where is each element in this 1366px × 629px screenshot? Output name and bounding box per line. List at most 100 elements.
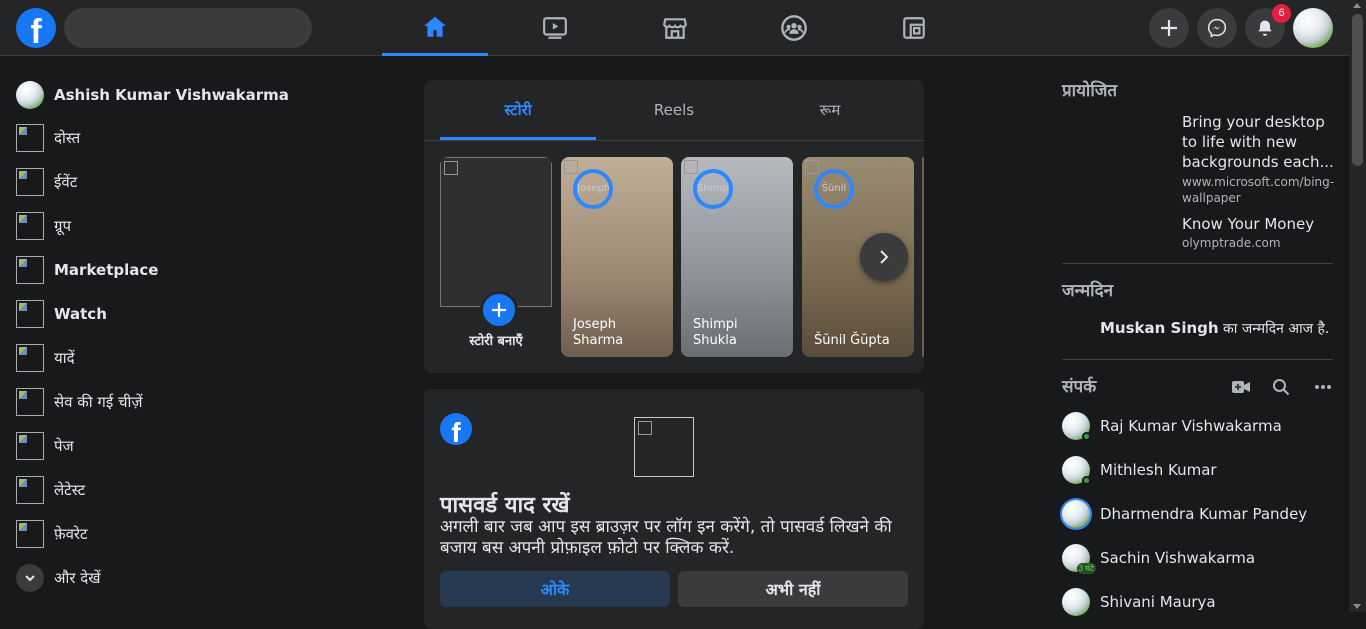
messenger-icon — [1207, 18, 1227, 38]
sidebar-item-pages[interactable]: पेज — [16, 424, 74, 468]
tab-rooms[interactable]: रूम — [752, 80, 908, 140]
avatar: 3 घंटे — [1062, 544, 1096, 574]
more-options-icon[interactable] — [1312, 376, 1334, 398]
sidebar-item-label: सेव की गई चीज़ें — [54, 393, 143, 411]
story-card[interactable]: Joseph Joseph Sharma — [561, 157, 673, 357]
video-call-icon[interactable] — [1230, 376, 1252, 398]
divider — [1062, 263, 1333, 264]
chevron-down-icon — [16, 564, 44, 592]
story-avatar-ring: Shimpi — [693, 169, 733, 209]
broken-image-icon — [805, 160, 819, 174]
avatar — [1062, 456, 1091, 485]
sidebar-item-favorites[interactable]: फ़ेवरेट — [16, 512, 88, 556]
sidebar-item-latest[interactable]: लेटेस्ट — [16, 468, 85, 512]
last-active-badge: 3 घंटे — [1076, 563, 1096, 574]
contact-item[interactable]: Dharmendra Kumar Pandey — [1062, 492, 1334, 536]
contact-name: Shivani Maurya — [1100, 593, 1216, 611]
facebook-logo[interactable]: f — [16, 8, 56, 48]
sidebar-item-label: ईवेंट — [54, 173, 78, 191]
nav-home[interactable] — [382, 0, 488, 56]
birthdays-heading: जन्मदिन — [1062, 281, 1114, 301]
create-story-image — [440, 157, 552, 307]
nav-gaming[interactable] — [861, 0, 967, 56]
messenger-button[interactable] — [1197, 8, 1237, 48]
nav-watch[interactable] — [502, 0, 608, 56]
create-story-card[interactable]: स्टोरी बनाएँ — [440, 157, 552, 357]
story-name: Joseph Sharma — [573, 317, 624, 348]
watch-icon — [16, 300, 44, 328]
contacts-heading: संपर्क — [1062, 377, 1097, 397]
ok-button[interactable]: ओके — [440, 571, 670, 607]
sidebar-item-friends[interactable]: दोस्त — [16, 116, 80, 160]
sidebar-item-label: Watch — [54, 305, 107, 323]
broken-image-icon — [684, 160, 698, 174]
online-status-icon — [1082, 432, 1091, 441]
sidebar-item-events[interactable]: ईवेंट — [16, 160, 77, 204]
watch-icon — [543, 17, 567, 39]
sidebar-item-memories[interactable]: यादें — [16, 336, 75, 380]
contact-name: Raj Kumar Vishwakarma — [1100, 417, 1282, 435]
contact-item[interactable]: Shivani Maurya — [1062, 580, 1334, 624]
sidebar-profile[interactable]: Ashish Kumar Vishwakarma — [16, 73, 289, 117]
search-icon[interactable] — [1270, 376, 1292, 398]
favorites-icon — [16, 520, 44, 548]
home-icon — [424, 16, 446, 37]
search-input[interactable] — [64, 8, 312, 48]
contact-name: Dharmendra Kumar Pandey — [1100, 505, 1308, 523]
story-name: Šŭnil Ğŭpta — [814, 333, 890, 348]
divider — [1062, 359, 1333, 360]
create-story-label: स्टोरी बनाएँ — [469, 334, 523, 349]
ad-title: Bring your desktop to life with new back… — [1182, 113, 1334, 171]
sidebar-item-label: Marketplace — [54, 261, 159, 279]
story-avatar-ring: Šŭnil — [814, 169, 854, 209]
remember-password-card: f पासवर्ड याद रखें अगली बार जब आप इस ब्र… — [424, 389, 924, 629]
sidebar-item-label: ग्रूप — [54, 217, 71, 235]
scroll-down-arrow-icon[interactable] — [1353, 604, 1361, 609]
nav-groups[interactable] — [741, 0, 847, 56]
sidebar-see-more[interactable]: और देखें — [16, 556, 100, 600]
sidebar-item-label: दोस्त — [54, 129, 81, 147]
latest-icon — [16, 476, 44, 504]
sidebar-item-label: लेटेस्ट — [54, 481, 86, 499]
nav-marketplace[interactable] — [622, 0, 728, 56]
notifications-button[interactable]: 6 — [1245, 4, 1291, 48]
groups-icon — [16, 212, 44, 240]
scroll-up-arrow-icon[interactable] — [1353, 3, 1361, 8]
groups-icon — [781, 15, 807, 41]
sidebar-item-marketplace[interactable]: Marketplace — [16, 248, 158, 292]
story-card[interactable]: Shimpi Shimpi Shukla — [681, 157, 793, 357]
sidebar-item-label: फ़ेवरेट — [54, 525, 88, 543]
plus-icon — [1161, 20, 1177, 36]
sidebar-item-watch[interactable]: Watch — [16, 292, 107, 336]
scroll-thumb[interactable] — [1352, 14, 1363, 166]
facebook-logo: f — [440, 413, 472, 445]
gaming-icon — [903, 17, 925, 39]
birthday-text: का जन्मदिन आज है. — [1223, 321, 1330, 337]
create-button[interactable] — [1149, 8, 1189, 48]
pages-icon — [16, 432, 44, 460]
tab-stories[interactable]: स्टोरी — [440, 80, 596, 140]
saved-icon — [16, 388, 44, 416]
marketplace-icon — [663, 18, 687, 39]
stories-card: स्टोरी Reels रूम स्टोरी बनाएँ Joseph Jos… — [424, 80, 924, 373]
sidebar-profile-name: Ashish Kumar Vishwakarma — [54, 86, 289, 104]
account-avatar[interactable] — [1293, 8, 1333, 48]
not-now-button[interactable]: अभी नहीं — [678, 571, 908, 607]
contact-item[interactable]: 3 घंटे Sachin Vishwakarma — [1062, 536, 1334, 580]
sidebar-item-groups[interactable]: ग्रूप — [16, 204, 71, 248]
profile-photo-image — [634, 417, 694, 477]
avatar — [16, 81, 44, 109]
page-scrollbar[interactable] — [1349, 0, 1366, 612]
contact-item[interactable]: Raj Kumar Vishwakarma — [1062, 404, 1334, 448]
stories-next-button[interactable] — [860, 233, 908, 281]
tab-reels[interactable]: Reels — [596, 80, 752, 140]
see-more-label: और देखें — [54, 569, 101, 587]
ad-title: Know Your Money — [1182, 215, 1315, 233]
contact-item[interactable]: Mithlesh Kumar — [1062, 448, 1334, 492]
ad-url: www.microsoft.com/bing-wallpaper — [1182, 175, 1335, 205]
sidebar-item-saved[interactable]: सेव की गई चीज़ें — [16, 380, 143, 424]
birthday-name: Muskan Singh — [1100, 319, 1219, 337]
story-name: Shimpi Shukla — [693, 317, 738, 348]
birthday-notice[interactable]: Muskan Singh का जन्मदिन आज है. — [1100, 319, 1329, 338]
top-bar: f 6 — [0, 0, 1349, 56]
